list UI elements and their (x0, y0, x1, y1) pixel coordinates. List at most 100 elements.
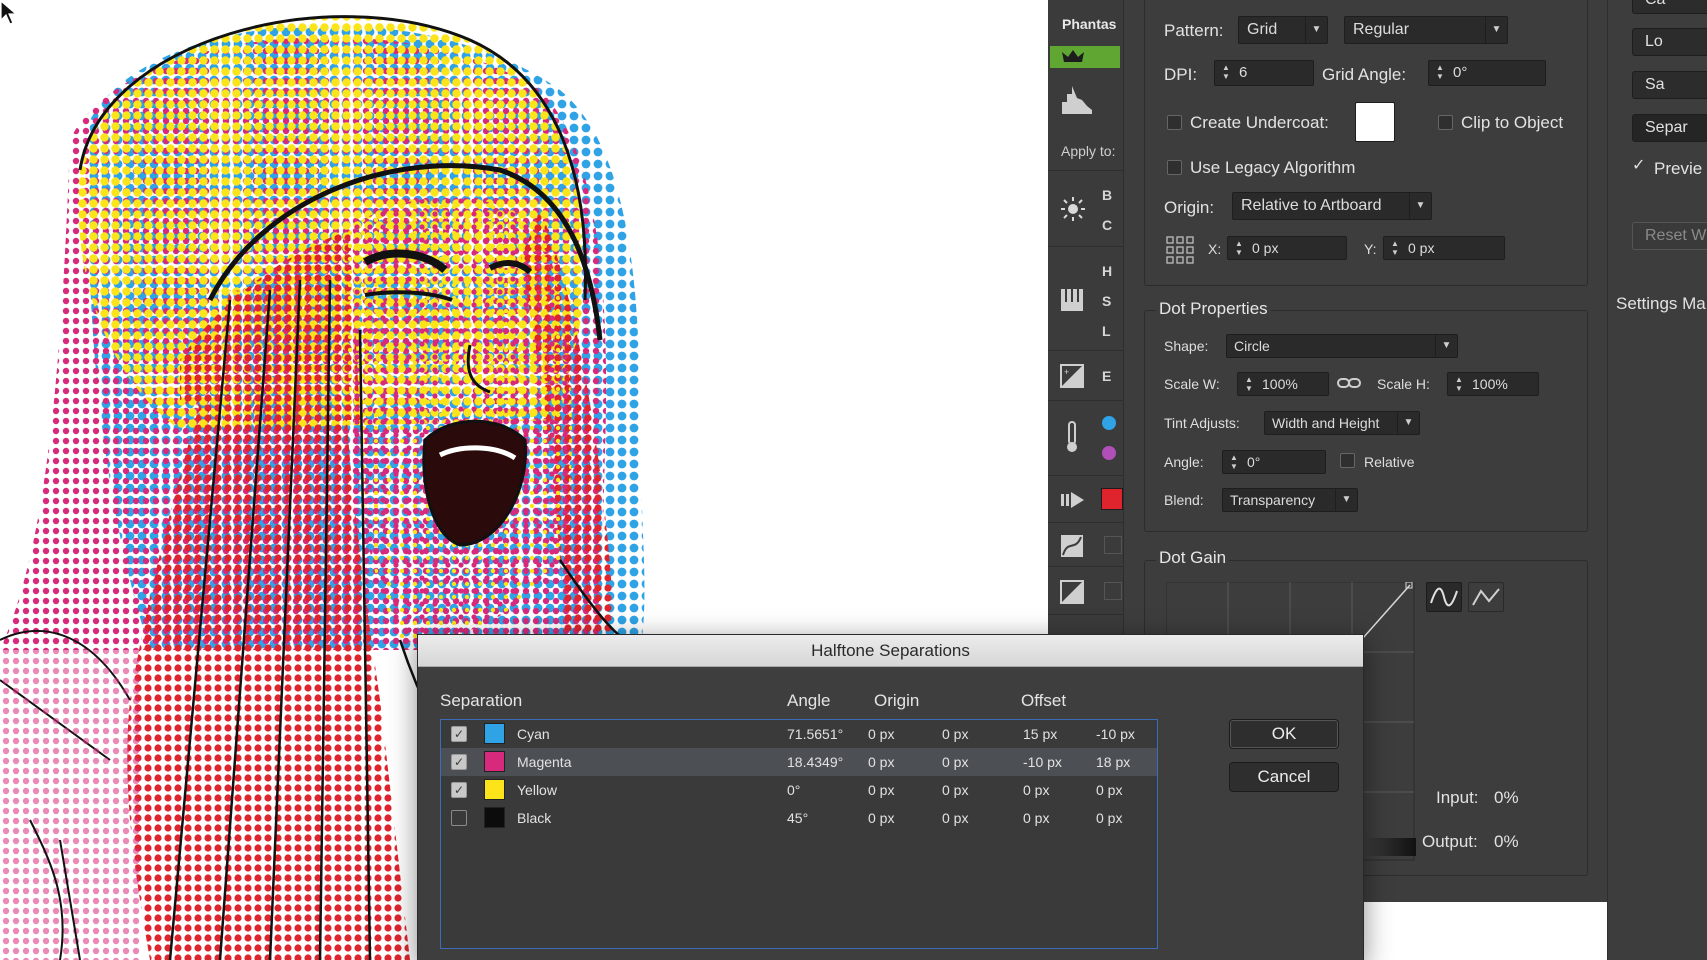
magenta-dot-icon[interactable] (1102, 446, 1116, 460)
y-offset-value: 0 px (1408, 240, 1435, 256)
clip-to-object-checkbox[interactable] (1438, 115, 1453, 130)
separation-offset-x[interactable]: 0 px (1023, 782, 1049, 798)
separation-angle[interactable]: 18.4349° (787, 754, 843, 770)
tint-adjusts-value: Width and Height (1272, 415, 1380, 431)
stepper-arrows-icon[interactable]: ▲ ▼ (1232, 239, 1246, 257)
red-color-swatch[interactable] (1101, 488, 1123, 510)
separation-offset-x[interactable]: 15 px (1023, 726, 1057, 742)
smooth-curve-icon[interactable] (1426, 582, 1462, 612)
preview-checkbox[interactable]: ✓ (1632, 158, 1648, 174)
action-buttons-column: Ca Lo Sa Separ ✓ Previe Reset W Settings… (1607, 0, 1707, 960)
pattern-dropdown[interactable]: Grid ▼ (1238, 16, 1328, 44)
load-button[interactable]: Lo (1632, 28, 1707, 56)
separation-offset-y[interactable]: 0 px (1096, 782, 1122, 798)
separation-offset-y[interactable]: 0 px (1096, 810, 1122, 826)
pattern-style-value: Regular (1353, 21, 1410, 38)
cancel-button[interactable]: Cancel (1229, 762, 1339, 792)
separation-offset-x[interactable]: -10 px (1023, 754, 1062, 770)
create-undercoat-checkbox[interactable] (1167, 115, 1182, 130)
crown-logo-icon[interactable] (1050, 46, 1120, 68)
stepper-arrows-icon[interactable]: ▲ ▼ (1219, 63, 1233, 81)
separation-angle[interactable]: 45° (787, 810, 808, 826)
dpi-stepper[interactable]: ▲ ▼ 6 (1214, 60, 1314, 86)
relative-checkbox[interactable] (1340, 453, 1355, 468)
legacy-algorithm-label: Use Legacy Algorithm (1190, 158, 1356, 177)
reference-point-grid-icon[interactable] (1166, 236, 1194, 269)
separation-origin-x[interactable]: 0 px (868, 810, 894, 826)
dot-angle-stepper[interactable]: ▲ ▼ 0° (1222, 450, 1326, 474)
output-label: Output: (1422, 832, 1478, 851)
grid-angle-label: Grid Angle: (1322, 65, 1407, 84)
blend-value: Transparency (1230, 492, 1316, 508)
pattern-value: Grid (1247, 21, 1278, 38)
gradient-toggle[interactable] (1104, 582, 1122, 600)
dpi-label: DPI: (1164, 65, 1198, 84)
origin-dropdown[interactable]: Relative to Artboard ▼ (1232, 192, 1432, 220)
contrast-letter: C (1102, 217, 1113, 233)
tint-adjusts-label: Tint Adjusts: (1164, 415, 1240, 431)
link-icon[interactable] (1337, 375, 1361, 396)
hsl-icon[interactable] (1060, 288, 1086, 314)
separation-origin-x[interactable]: 0 px (868, 782, 894, 798)
x-label: X: (1208, 241, 1222, 257)
brightness-letter: B (1102, 187, 1113, 203)
linear-curve-icon[interactable] (1468, 582, 1504, 612)
grid-angle-value: 0° (1453, 64, 1468, 81)
separation-origin-y[interactable]: 0 px (942, 782, 968, 798)
histogram-icon[interactable] (1060, 82, 1092, 114)
tint-adjusts-dropdown[interactable]: Width and Height ▼ (1264, 411, 1420, 435)
curves-icon[interactable] (1060, 534, 1086, 560)
chevron-down-icon: ▼ (1305, 17, 1327, 43)
ok-button[interactable]: OK (1229, 719, 1339, 749)
black-checkbox[interactable] (451, 810, 467, 826)
x-offset-stepper[interactable]: ▲ ▼ 0 px (1227, 236, 1347, 260)
gradient-icon[interactable] (1060, 580, 1086, 606)
exposure-icon[interactable]: + (1060, 364, 1086, 390)
cyan-dot-icon[interactable] (1102, 416, 1116, 430)
separation-origin-x[interactable]: 0 px (868, 754, 894, 770)
separations-button[interactable]: Separ (1632, 114, 1707, 142)
separation-angle[interactable]: 71.5651° (787, 726, 843, 742)
mouse-cursor-icon (0, 0, 18, 25)
cyan-checkbox[interactable]: ✓ (451, 726, 467, 742)
brightness-icon[interactable] (1060, 196, 1086, 222)
blend-dropdown[interactable]: Transparency ▼ (1222, 488, 1358, 512)
separation-origin-x[interactable]: 0 px (868, 726, 894, 742)
stepper-arrows-icon[interactable]: ▲ ▼ (1227, 453, 1241, 471)
separation-angle[interactable]: 0° (787, 782, 800, 798)
temperature-icon[interactable] (1060, 420, 1086, 452)
separation-row-cyan[interactable]: ✓ Cyan 71.5651° 0 px 0 px 15 px -10 px (441, 720, 1157, 748)
separation-row-yellow[interactable]: ✓ Yellow 0° 0 px 0 px 0 px 0 px (441, 776, 1157, 804)
scale-h-stepper[interactable]: ▲ ▼ 100% (1447, 372, 1539, 396)
separation-offset-y[interactable]: -10 px (1096, 726, 1135, 742)
stepper-arrows-icon[interactable]: ▲ ▼ (1388, 239, 1402, 257)
chevron-down-icon: ▼ (1335, 489, 1357, 511)
pattern-style-dropdown[interactable]: Regular ▼ (1344, 16, 1508, 44)
stepper-arrows-icon[interactable]: ▲ ▼ (1242, 375, 1256, 393)
separation-offset-x[interactable]: 0 px (1023, 810, 1049, 826)
reset-button[interactable]: Reset W (1632, 222, 1707, 250)
scale-w-stepper[interactable]: ▲ ▼ 100% (1237, 372, 1329, 396)
y-offset-stepper[interactable]: ▲ ▼ 0 px (1383, 236, 1505, 260)
yellow-checkbox[interactable]: ✓ (451, 782, 467, 798)
curves-toggle[interactable] (1104, 536, 1122, 554)
save-button[interactable]: Sa (1632, 71, 1707, 99)
separation-row-magenta[interactable]: ✓ Magenta 18.4349° 0 px 0 px -10 px 18 p… (441, 748, 1157, 776)
grid-angle-stepper[interactable]: ▲ ▼ 0° (1428, 60, 1546, 86)
separations-list[interactable]: ✓ Cyan 71.5651° 0 px 0 px 15 px -10 px ✓… (440, 719, 1158, 949)
legacy-algorithm-checkbox[interactable] (1167, 160, 1182, 175)
fill-arrow-icon[interactable] (1060, 488, 1086, 514)
separation-name: Black (517, 810, 552, 826)
cancel-main-button[interactable]: Ca (1632, 0, 1707, 14)
separation-origin-y[interactable]: 0 px (942, 754, 968, 770)
stepper-arrows-icon[interactable]: ▲ ▼ (1433, 63, 1447, 81)
separation-origin-y[interactable]: 0 px (942, 810, 968, 826)
magenta-checkbox[interactable]: ✓ (451, 754, 467, 770)
separation-offset-y[interactable]: 18 px (1096, 754, 1130, 770)
chevron-down-icon: ▼ (1409, 193, 1431, 219)
undercoat-color-swatch[interactable] (1355, 102, 1395, 142)
shape-dropdown[interactable]: Circle ▼ (1226, 334, 1458, 358)
stepper-arrows-icon[interactable]: ▲ ▼ (1452, 375, 1466, 393)
separation-origin-y[interactable]: 0 px (942, 726, 968, 742)
separation-row-black[interactable]: Black 45° 0 px 0 px 0 px 0 px (441, 804, 1157, 832)
